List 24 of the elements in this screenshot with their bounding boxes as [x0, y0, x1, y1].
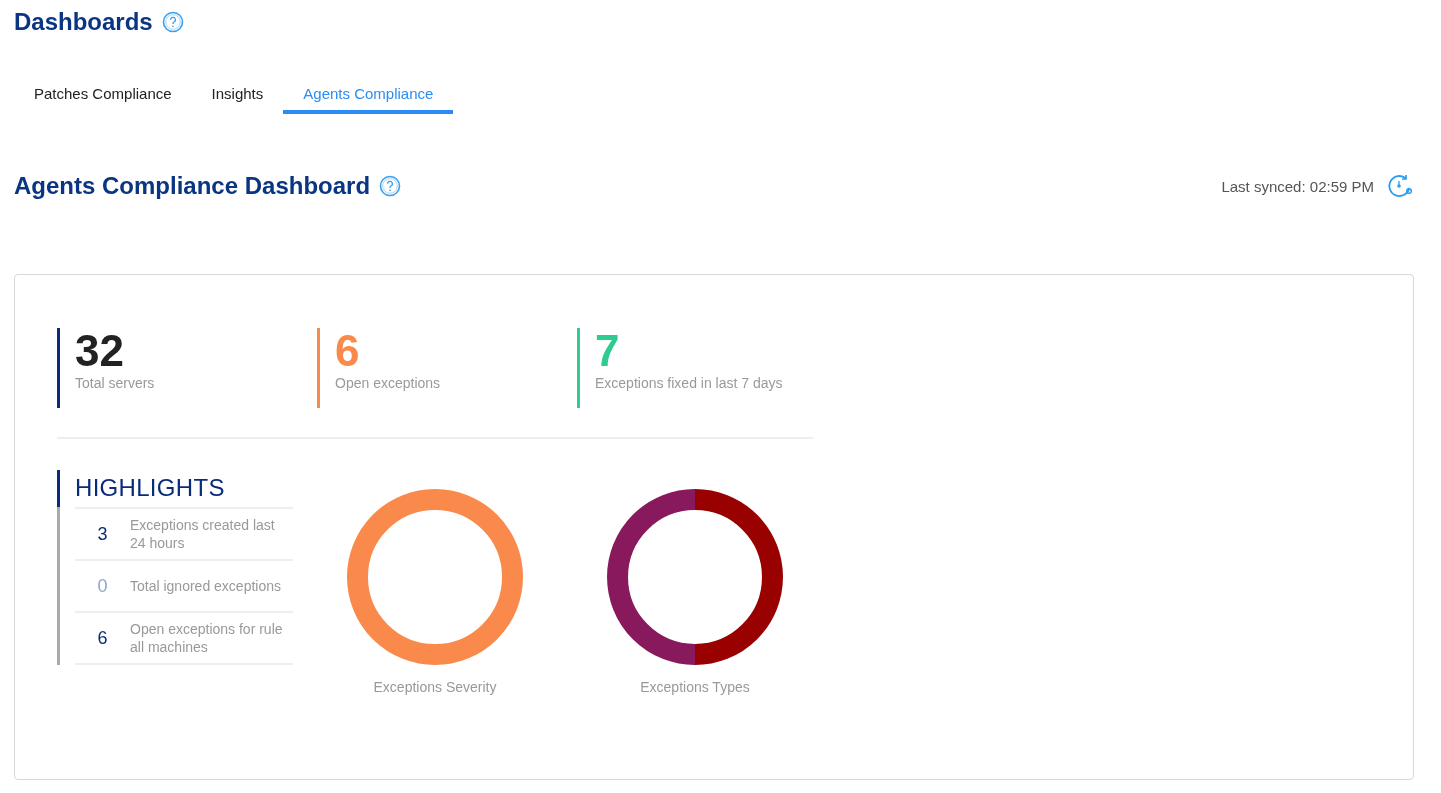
help-icon[interactable]: [379, 175, 402, 197]
help-icon[interactable]: [161, 11, 184, 33]
stat-label: Exceptions fixed in last 7 days: [595, 375, 783, 391]
tab[interactable]: Agents Compliance: [283, 75, 454, 114]
highlight-label: Exceptions created last 24 hours: [130, 516, 276, 553]
highlight-count: 6: [96, 627, 109, 649]
highlight-count: 3: [96, 523, 109, 545]
tab[interactable]: Patches Compliance: [14, 75, 192, 114]
chart-caption: Exceptions Types: [640, 679, 750, 695]
refresh-icon[interactable]: [1386, 172, 1413, 200]
dashboard-title: Agents Compliance Dashboard: [14, 172, 371, 200]
stat-value: 6: [335, 328, 361, 374]
chart-caption: Exceptions Severity: [373, 679, 497, 695]
highlights-title: HIGHLIGHTS: [57, 470, 293, 507]
stat-label: Open exceptions: [335, 375, 441, 391]
highlight-label: Total ignored exceptions: [130, 577, 281, 596]
highlight-label: Open exceptions for rule all machines: [130, 620, 284, 657]
tab[interactable]: Insights: [191, 75, 284, 114]
last-synced-text: Last synced: 02:59 PM: [1221, 177, 1374, 195]
stat-label: Total servers: [75, 375, 155, 391]
page-title: Dashboards: [14, 8, 153, 36]
highlight-count: 0: [96, 575, 109, 597]
stat-value: 32: [75, 328, 125, 374]
stat-value: 7: [595, 328, 621, 374]
